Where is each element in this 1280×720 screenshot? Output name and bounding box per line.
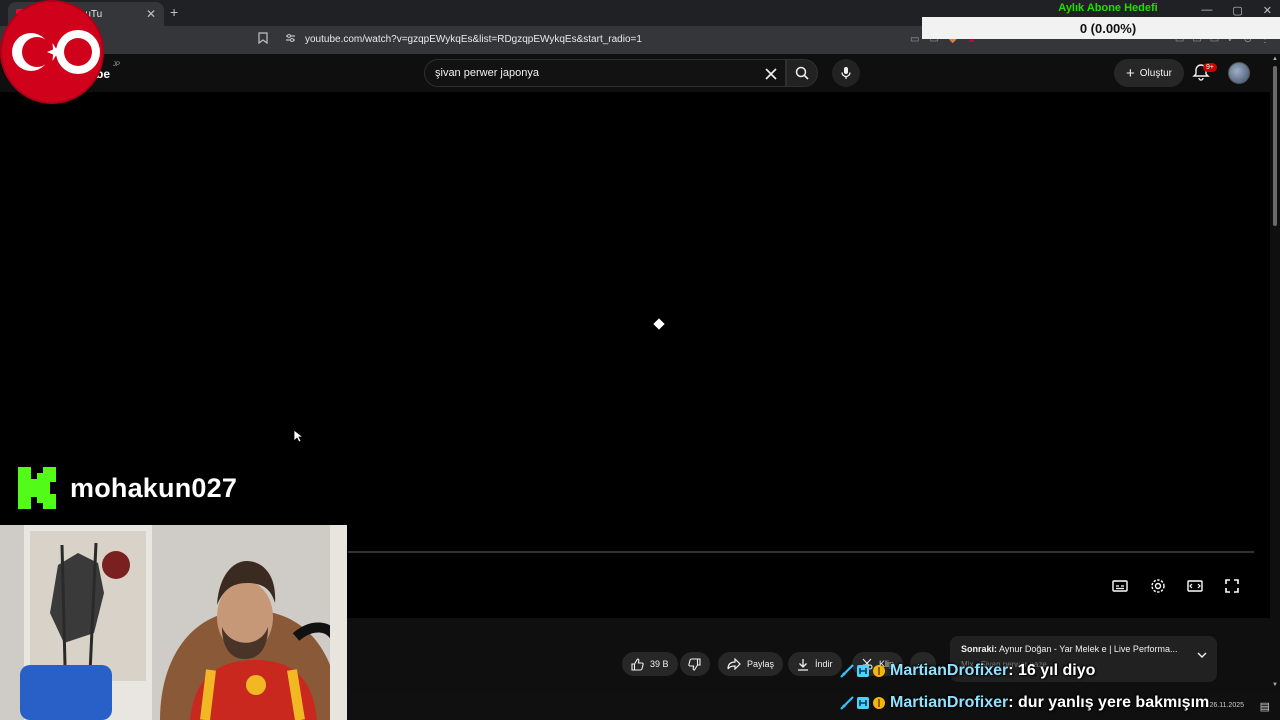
scrollbar-thumb[interactable]: [1273, 66, 1277, 226]
chat-message: MartianDrofixer: dur yanlış yere bakmışı…: [840, 692, 1209, 714]
moderator-sword-icon: [840, 664, 854, 678]
search-button[interactable]: [786, 59, 818, 87]
gift-badge-icon: [873, 665, 885, 677]
settings-icon: [1151, 579, 1165, 593]
share-label: Paylaş: [747, 659, 775, 669]
moderator-sword-icon: [840, 696, 854, 710]
scroll-up-icon[interactable]: ▲: [1272, 56, 1278, 62]
page-scrollbar[interactable]: ▲ ▼: [1270, 54, 1280, 694]
screen: er naze - YouTu ✕ + — ▢ ✕ youtube.com/wa…: [0, 0, 1280, 720]
subscriber-badge-icon: [857, 697, 869, 709]
chat-username: MartianDrofixer: [890, 694, 1009, 711]
subscriber-goal-value: 0 (0.00%): [1079, 21, 1137, 36]
like-button[interactable]: 39 B: [622, 652, 678, 676]
create-label: Oluştur: [1139, 67, 1172, 79]
avatar[interactable]: [1228, 62, 1250, 84]
url-field[interactable]: youtube.com/watch?v=gzqpEWykqEs&list=RDg…: [305, 34, 642, 45]
gift-badge-icon: [873, 697, 885, 709]
like-icon: [631, 657, 644, 671]
clear-icon[interactable]: [765, 64, 777, 84]
settings-button[interactable]: [1149, 577, 1167, 595]
search-input[interactable]: şivan perwer japonya: [435, 67, 539, 79]
notification-badge: 9+: [1203, 63, 1217, 72]
chat-text: 16 yıl diyo: [1018, 662, 1096, 679]
kick-channel-banner: mohakun027: [18, 467, 237, 509]
subtitles-icon: [1112, 580, 1128, 592]
search-box[interactable]: şivan perwer japonya: [424, 59, 786, 87]
voice-search-button[interactable]: [832, 59, 860, 87]
extension-icon[interactable]: ▭: [910, 34, 919, 45]
region-code: JP: [113, 62, 121, 68]
webcam-feed: [0, 525, 347, 720]
create-button[interactable]: + Oluştur: [1114, 59, 1184, 87]
new-tab-button[interactable]: +: [170, 4, 178, 20]
cursor-icon: [293, 429, 303, 443]
like-count: 39 B: [650, 659, 669, 669]
site-info-icon[interactable]: [285, 33, 296, 46]
subtitles-button[interactable]: [1111, 577, 1129, 595]
notification-center-icon[interactable]: ▤: [1260, 700, 1270, 713]
chevron-down-icon[interactable]: [1197, 650, 1207, 662]
subscriber-badge-icon: [857, 665, 869, 677]
bookmark-icon[interactable]: [258, 32, 268, 47]
share-icon: [727, 658, 741, 670]
download-label: İndir: [815, 659, 833, 669]
chat-text: dur yanlış yere bakmışım: [1018, 694, 1210, 711]
fullscreen-button[interactable]: [1223, 577, 1241, 595]
download-button[interactable]: İndir: [788, 652, 842, 676]
kick-logo-icon: [18, 467, 56, 509]
plus-icon: +: [1126, 64, 1135, 82]
up-next-title: Sonraki: Aynur Doğan - Yar Melek e | Liv…: [961, 644, 1177, 654]
chat-badges: [840, 696, 886, 710]
streamer-name: mohakun027: [70, 472, 238, 503]
youtube-header: be JP şivan perwer japonya + Oluştur: [0, 54, 1280, 92]
fullscreen-icon: [1225, 579, 1239, 593]
up-next-prefix: Sonraki:: [961, 644, 998, 654]
chat-message: MartianDrofixer: 16 yıl diyo: [840, 660, 1095, 682]
microphone-icon: [841, 67, 851, 79]
up-next-video-title: Aynur Doğan - Yar Melek e | Live Perform…: [999, 644, 1178, 654]
subscriber-goal-title: Aylık Abone Hedefi: [1058, 2, 1158, 14]
chat-badges: [840, 664, 886, 678]
share-button[interactable]: Paylaş: [718, 652, 784, 676]
progress-bar[interactable]: [348, 551, 1254, 553]
theater-mode-button[interactable]: [1186, 577, 1204, 595]
download-icon: [798, 658, 808, 671]
chat-username: MartianDrofixer: [890, 662, 1009, 679]
dislike-icon: [688, 657, 701, 671]
taskbar-clock[interactable]: 26.11.2025: [1209, 702, 1244, 709]
theater-icon: [1187, 580, 1203, 592]
subscriber-goal-widget: Aylık Abone Hedefi 0 (0.00%): [922, 0, 1280, 40]
tab-close-icon[interactable]: ✕: [146, 7, 156, 21]
turkish-flag-logo: [2, 2, 102, 102]
dislike-button[interactable]: [680, 652, 710, 676]
search-icon: [795, 66, 809, 80]
scroll-down-icon[interactable]: ▼: [1272, 682, 1278, 688]
